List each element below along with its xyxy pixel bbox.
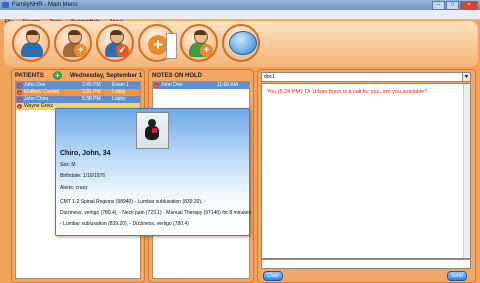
check-in-button[interactable]: ✓ <box>96 24 134 62</box>
chat-scrollbar[interactable] <box>463 84 470 258</box>
remove-icon[interactable]: × <box>17 97 22 102</box>
add-visit-button[interactable]: + <box>138 24 177 62</box>
chat-panel: doc1 ▼ You (5:24 PM): Dr Urban there is … <box>257 69 476 283</box>
diagnosis-line-3: - Lumbar subluxation (839.20), - Dizzine… <box>60 221 189 227</box>
notes-title: NOTES ON HOLD <box>152 73 203 79</box>
add-patient-icon[interactable]: + <box>53 71 62 80</box>
close-icon[interactable]: × <box>460 1 478 10</box>
patient-alerts: Alerts: crazy <box>60 185 88 191</box>
note-patient-name: John Doe <box>161 82 183 88</box>
plus-icon: + <box>200 44 213 57</box>
plus-icon: + <box>74 44 87 57</box>
patients-date: Wednesday, September 1 <box>70 73 143 79</box>
patient-name: Wayne Gretz <box>24 103 53 109</box>
plus-icon: + <box>148 35 168 55</box>
patient-time: 2:45 PM <box>82 82 101 88</box>
remove-icon[interactable]: × <box>17 83 22 88</box>
note-row[interactable]: × John Doe 11:00 AM <box>153 82 249 89</box>
recipient-value: doc1 <box>264 74 275 80</box>
app-icon <box>2 2 9 8</box>
patient-photo <box>136 112 169 149</box>
patients-title: PATIENTS <box>15 73 44 79</box>
diagnosis-line-2: Dizziness, vertigo (780.4), - Neck pain … <box>60 210 252 216</box>
chat-input[interactable] <box>261 259 471 269</box>
remove-icon[interactable]: × <box>154 83 159 88</box>
chat-log: You (5:24 PM): Dr Urban there is a call … <box>261 83 471 259</box>
document-icon <box>166 33 177 59</box>
patient-time: 5:38 PM <box>82 96 101 102</box>
patient-name-age: Chiro, John, 34 <box>60 150 111 157</box>
patient-name: John Doe <box>24 82 46 88</box>
remove-icon[interactable]: × <box>17 90 22 95</box>
patient-time: 3:31 PM <box>82 89 101 95</box>
patient-location: Lobby <box>112 96 126 102</box>
patient-location: Lobby <box>112 89 126 95</box>
patient-birthdate: Birthdate: 1/10/1976 <box>60 173 106 179</box>
checkmark-icon: ✓ <box>116 44 129 57</box>
title-bar: FamilyNHR - Main Menu – □ × <box>0 0 480 10</box>
chat-message: You (5:24 PM): Dr Urban there is a call … <box>267 89 428 95</box>
patient-tooltip: Chiro, John, 34 Sex: M Birthdate: 1/10/1… <box>55 108 252 236</box>
patient-name: John Chiro <box>24 96 49 102</box>
window-title: FamilyNHR - Main Menu <box>12 2 78 8</box>
diagnosis-line-1: CMT 1-2 Spinal Regions (98940) - Lumbar … <box>60 199 206 205</box>
patient-row[interactable]: × John Chiro 5:38 PM Lobby <box>16 96 140 103</box>
clear-button[interactable]: Clear <box>263 271 283 281</box>
chat-button[interactable] <box>222 24 260 62</box>
window-controls: – □ × <box>432 1 478 10</box>
send-button[interactable]: Send <box>447 271 467 281</box>
menu-bar: File Reports Tools Training/Help About <box>0 10 480 25</box>
minimize-icon[interactable]: – <box>432 1 445 10</box>
toolbar: + ✓ + + <box>4 21 478 67</box>
chat-bubble-icon <box>229 31 257 55</box>
patient-row[interactable]: × John Doe 2:45 PM Exam 1 <box>16 82 140 89</box>
note-time: 11:00 AM <box>217 82 238 88</box>
patient-location: Exam 1 <box>112 82 129 88</box>
add-patient-button[interactable]: + <box>54 24 92 62</box>
person-icon <box>21 30 43 58</box>
patient-button[interactable] <box>12 24 50 62</box>
add-provider-button[interactable]: + <box>180 24 218 62</box>
recipient-select[interactable]: doc1 ▼ <box>261 72 471 82</box>
maximize-icon[interactable]: □ <box>446 1 459 10</box>
patient-sex: Sex: M <box>60 162 76 168</box>
chevron-down-icon[interactable]: ▼ <box>462 73 470 81</box>
patient-row[interactable]: × Mathew Crepiat 3:31 PM Lobby <box>16 89 140 96</box>
remove-icon[interactable]: × <box>17 104 22 109</box>
patient-name: Mathew Crepiat <box>24 89 60 95</box>
